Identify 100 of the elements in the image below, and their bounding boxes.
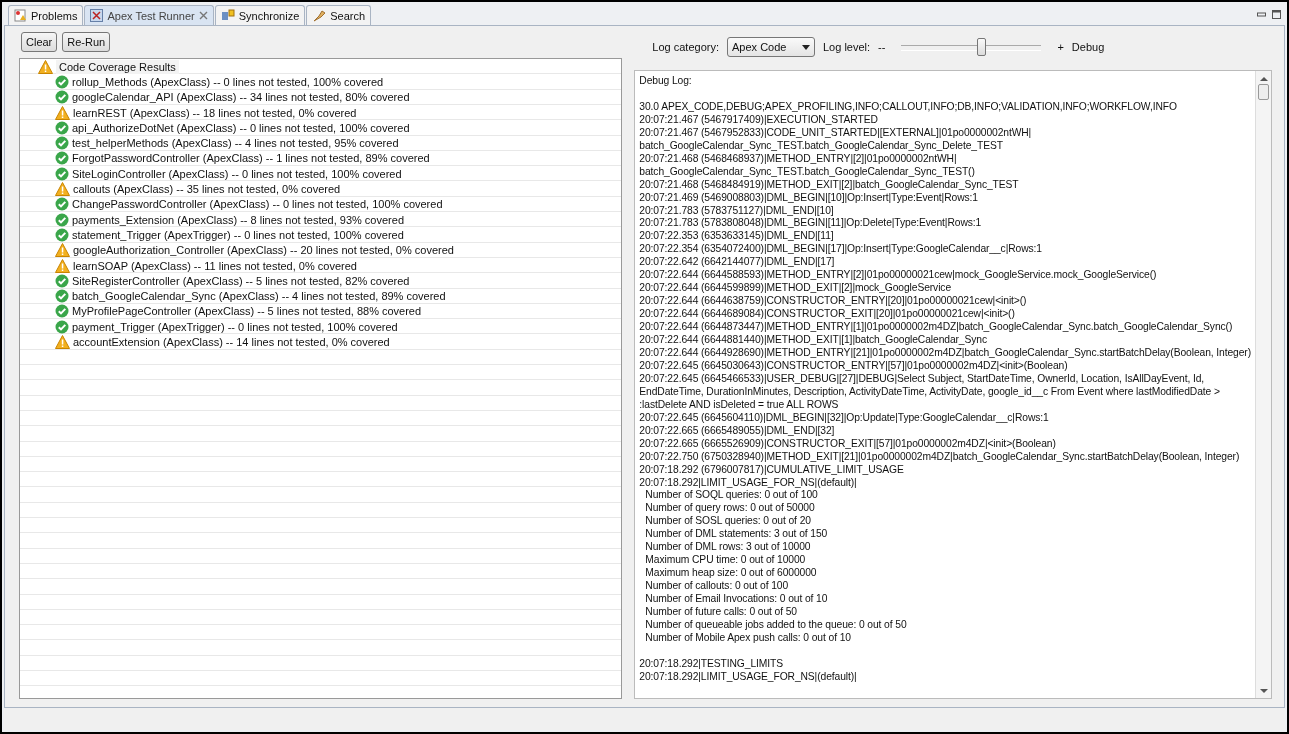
level-value: Debug <box>1071 41 1105 53</box>
check-icon <box>55 136 69 151</box>
problems-icon <box>14 9 27 22</box>
field-label: Log category: <box>652 41 719 53</box>
warning-icon <box>55 182 70 196</box>
log-line: 20:07:22.645 (6645604110)|DML_BEGIN|[32]|Op:Update|Type:GoogleCalendar__c|Rows:1 <box>639 411 1050 425</box>
toolbar-button[interactable]: Re-Run <box>62 32 111 52</box>
warning-icon <box>55 105 70 120</box>
runner-icon <box>90 9 104 22</box>
check-icon <box>55 319 69 334</box>
view-tab[interactable]: Synchronize <box>214 5 306 25</box>
tree-item[interactable]: api_AuthorizeDotNet (ApexClass) -- 0 lines not tested, 100% covered <box>72 120 410 135</box>
tree-item[interactable]: SiteLoginController (ApexClass) -- 0 lines not tested, 100% covered <box>72 166 402 181</box>
view-tab[interactable]: Search <box>306 5 372 25</box>
log-line: Number of queueable jobs added to the queue: 0 out of 50 <box>644 619 908 632</box>
tree-item[interactable]: payment_Trigger (ApexTrigger) -- 0 lines not tested, 100% covered <box>72 319 398 334</box>
log-line: Number of DML rows: 3 out of 10000 <box>644 541 812 555</box>
log-line: 20:07:21.469 (5469008803)|DML_BEGIN|[10]|Op:Insert|Type:Event|Rows:1 <box>639 191 979 205</box>
log-line: 30.0 APEX_CODE,DEBUG;APEX_PROFILING,INFO;CALLOUT,INFO;DB,INFO;VALIDATION,INFO;WORKFLOW,INFO <box>639 99 1178 114</box>
check-icon <box>55 166 69 181</box>
log-line: 20:07:22.665 (6665526909)|CONSTRUCTOR_EXIT|[57]|01po0000002m4DZ|<init>(Boolean) <box>639 437 1057 451</box>
level-slider[interactable] <box>901 37 1042 57</box>
tree-item[interactable]: statement_Trigger (ApexTrigger) -- 0 lines not tested, 100% covered <box>72 227 404 242</box>
check-icon <box>55 289 69 304</box>
tree-item[interactable]: accountExtension (ApexClass) -- 14 lines not tested, 0% covered <box>73 335 390 349</box>
tree-item[interactable]: test_helperMethods (ApexClass) -- 4 lines not tested, 95% covered <box>72 136 399 151</box>
log-line: EndDateTime, DurationInMinutes, Description, ActivityDateTime, ActivityDate, google_id__c From Event where lastModifiedDate > <box>639 385 1221 399</box>
scroll-down-icon[interactable] <box>1259 688 1268 694</box>
log-line: 20:07:21.468 (5468484919)|METHOD_EXIT|[2]|batch_GoogleCalendar_Sync_TEST <box>639 178 1020 192</box>
log-line: 20:07:21.783 (5783751127)|DML_END|[10] <box>639 204 835 218</box>
tree-item[interactable]: payments_Extension (ApexClass) -- 8 lines not tested, 93% covered <box>72 212 404 227</box>
log-line: 20:07:22.645 (6645030643)|CONSTRUCTOR_ENTRY|[57]|01po0000002m4DZ|<init>(Boolean) <box>639 359 1069 373</box>
log-line: 20:07:22.665 (6665489055)|DML_END|[32] <box>639 424 836 438</box>
scroll-up-icon[interactable] <box>1259 76 1268 82</box>
log-line: 20:07:22.644 (6644638759)|CONSTRUCTOR_ENTRY|[20]|01po00000021cew|<init>() <box>639 295 1028 309</box>
check-icon <box>55 304 69 319</box>
category-dropdown[interactable]: Apex Code <box>727 37 815 57</box>
tree-item[interactable]: rollup_Methods (ApexClass) -- 0 lines not tested, 100% covered <box>72 74 384 89</box>
scrollbar[interactable] <box>1255 71 1271 698</box>
log-line: 20:07:22.644 (6644689084)|CONSTRUCTOR_EXIT|[20]|01po00000021cew|<init>() <box>639 308 1016 322</box>
tree-item[interactable]: learnREST (ApexClass) -- 18 lines not tested, 0% covered <box>73 105 357 120</box>
log-title: Debug Log: <box>639 75 693 88</box>
view-tab[interactable]: Apex Test Runner <box>84 5 214 25</box>
log-line: Number of SOSL queries: 0 out of 20 <box>644 515 812 529</box>
field-label: Log level: <box>823 41 871 53</box>
tree-item[interactable]: Code Coverage Results <box>56 59 179 74</box>
warning-icon <box>55 258 70 273</box>
log-line: 20:07:22.645 (6645466533)|USER_DEBUG|[27]|DEBUG|Select Subject, StartDateTime, OwnerId, Location, IsAllDayEvent, Id, <box>639 372 1206 386</box>
tree-item[interactable]: googleAuthorization_Controller (ApexClass) -- 20 lines not tested, 0% covered <box>73 243 454 258</box>
log-line: Number of Email Invocations: 0 out of 10 <box>644 593 829 607</box>
log-line: 20:07:22.354 (6354072400)|DML_BEGIN|[17]|Op:Insert|Type:GoogleCalendar__c|Rows:1 <box>639 243 1043 257</box>
log-line: 20:07:21.468 (5468468937)|METHOD_ENTRY|[2]|01po0000002ntWH| <box>639 152 958 166</box>
log-line: :lastDelete AND isDeleted = true ALL ROWS <box>639 398 840 412</box>
log-line: Number of DML statements: 3 out of 150 <box>644 528 829 542</box>
caret-icon <box>802 44 810 50</box>
log-line: 20:07:22.644 (6644881440)|METHOD_EXIT|[1]|batch_GoogleCalendar_Sync <box>639 334 988 347</box>
log-line: Number of callouts: 0 out of 100 <box>644 580 790 594</box>
search-icon <box>312 9 327 22</box>
check-icon <box>55 74 69 89</box>
minimize-icon[interactable] <box>1257 10 1266 19</box>
check-icon <box>55 273 69 288</box>
scroll-thumb[interactable] <box>1258 84 1269 100</box>
check-icon <box>55 197 69 212</box>
log-line: 20:07:21.783 (5783808048)|DML_BEGIN|[11]|Op:Delete|Type:Event|Rows:1 <box>639 217 983 231</box>
view-tab[interactable]: Problems <box>8 5 84 25</box>
tree-item[interactable]: MyProfilePageController (ApexClass) -- 5 lines not tested, 88% covered <box>72 304 422 319</box>
sync-icon <box>220 9 235 22</box>
tree-item[interactable]: ChangePasswordController (ApexClass) -- 0 lines not tested, 100% covered <box>72 197 443 212</box>
log-line: 20:07:21.467 (5467917409)|EXECUTION_STARTED <box>639 113 879 127</box>
maximize-icon[interactable] <box>1272 10 1281 19</box>
log-line: 20:07:22.644 (6644599899)|METHOD_EXIT|[2]|mock_GoogleService <box>639 282 953 296</box>
log-line: 20:07:18.292 (6796007817)|CUMULATIVE_LIMIT_USAGE <box>639 463 905 477</box>
tree-item[interactable]: learnSOAP (ApexClass) -- 11 lines not tested, 0% covered <box>73 258 357 273</box>
slider-thumb[interactable] <box>976 38 986 56</box>
log-line: 20:07:21.467 (5467952833)|CODE_UNIT_STARTED|[EXTERNAL]|01po0000002ntWH| <box>639 126 1033 140</box>
tree-item[interactable]: batch_GoogleCalendar_Sync (ApexClass) -- 4 lines not tested, 89% covered <box>72 289 446 304</box>
log-line: 20:07:22.353 (6353633145)|DML_END|[11] <box>639 230 835 244</box>
log-line: 20:07:18.292|LIMIT_USAGE_FOR_NS|(default)| <box>639 670 858 684</box>
slider-max-label: + <box>1057 41 1064 53</box>
tree-item[interactable]: SiteRegisterController (ApexClass) -- 5 lines not tested, 82% covered <box>72 273 410 288</box>
log-line: 20:07:18.292|LIMIT_USAGE_FOR_NS|(default)| <box>639 476 858 490</box>
log-line: 20:07:22.644 (6644588593)|METHOD_ENTRY|[2]|01po00000021cew|mock_GoogleService.mock_GoogleService() <box>639 269 1158 283</box>
warning-icon <box>55 335 70 349</box>
log-line: 20:07:22.750 (6750328940)|METHOD_EXIT|[21]|01po0000002m4DZ|batch_GoogleCalendar_Sync.startBatchDelay(Boolean, Integer) <box>639 450 1241 464</box>
tree-item[interactable]: callouts (ApexClass) -- 35 lines not tested, 0% covered <box>73 182 341 196</box>
check-icon <box>55 227 69 242</box>
log-line: 20:07:18.292|TESTING_LIMITS <box>639 656 784 671</box>
log-line: Maximum heap size: 0 out of 6000000 <box>644 567 818 581</box>
log-line: Number of Mobile Apex push calls: 0 out of 10 <box>644 631 852 645</box>
tree-item[interactable]: googleCalendar_API (ApexClass) -- 34 lines not tested, 80% covered <box>72 90 410 105</box>
log-line: 20:07:22.644 (6644928690)|METHOD_ENTRY|[21]|01po0000002m4DZ|batch_GoogleCalendar_Sync.startBatchDelay(Boolean, Integer) <box>639 347 1251 360</box>
close-icon[interactable] <box>198 11 208 20</box>
check-icon <box>55 212 69 227</box>
log-line: Number of future calls: 0 out of 50 <box>644 606 798 619</box>
tree-item[interactable]: ForgotPasswordController (ApexClass) -- 1 lines not tested, 89% covered <box>72 151 430 166</box>
warning-icon <box>55 243 70 258</box>
log-line: batch_GoogleCalendar_Sync_TEST.batch_GoogleCalendar_Sync_TEST() <box>639 165 976 179</box>
log-line: 20:07:22.642 (6642144077)|DML_END|[17] <box>639 256 836 270</box>
toolbar-button[interactable]: Clear <box>21 32 58 52</box>
check-icon <box>55 90 69 105</box>
